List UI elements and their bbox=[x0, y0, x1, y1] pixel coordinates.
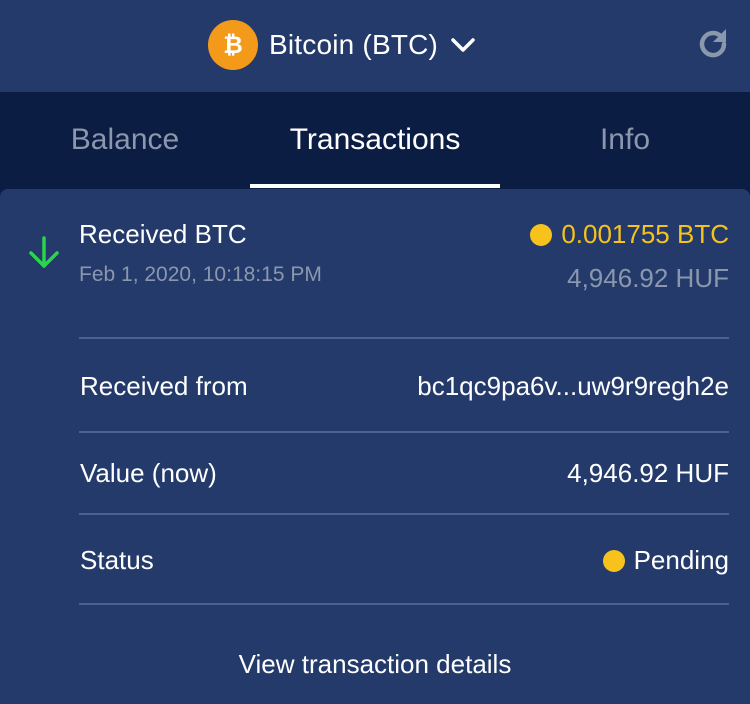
status-value: Pending bbox=[602, 545, 729, 576]
header: ₿ Bitcoin (BTC) bbox=[0, 0, 750, 92]
pending-dot-icon bbox=[530, 223, 553, 246]
coin-name: Bitcoin (BTC) bbox=[269, 29, 439, 60]
transaction-title: Received BTC bbox=[79, 219, 247, 249]
divider bbox=[79, 337, 729, 339]
active-tab-indicator bbox=[250, 184, 500, 188]
view-transaction-details-button[interactable]: View transaction details bbox=[0, 649, 750, 680]
status-text: Pending bbox=[633, 545, 729, 575]
svg-text:₿: ₿ bbox=[223, 31, 243, 59]
transaction-amount-value: 0.001755 BTC bbox=[561, 219, 729, 249]
divider bbox=[79, 603, 729, 605]
value-now-label: Value (now) bbox=[80, 458, 217, 488]
divider bbox=[79, 513, 729, 515]
received-from-address[interactable]: bc1qc9pa6v...uw9r9regh2e bbox=[417, 371, 729, 402]
transaction-amount: 0.001755 BTC bbox=[530, 219, 729, 250]
tab-info[interactable]: Info bbox=[500, 92, 750, 188]
tab-balance-label: Balance bbox=[70, 123, 180, 156]
tab-transactions[interactable]: Transactions bbox=[250, 92, 500, 188]
transaction-card: Received BTC Feb 1, 2020, 10:18:15 PM 0.… bbox=[0, 189, 750, 704]
transaction-date: Feb 1, 2020, 10:18:15 PM bbox=[79, 263, 322, 286]
tab-bar: Balance Transactions Info bbox=[0, 92, 750, 188]
refresh-icon[interactable] bbox=[693, 24, 733, 64]
coin-selector[interactable]: ₿ Bitcoin (BTC) bbox=[208, 20, 476, 70]
tab-info-label: Info bbox=[599, 123, 651, 156]
pending-dot-icon bbox=[602, 549, 625, 572]
tab-transactions-label: Transactions bbox=[289, 123, 461, 156]
status-label: Status bbox=[80, 545, 154, 575]
divider bbox=[79, 431, 729, 433]
tab-balance[interactable]: Balance bbox=[0, 92, 250, 188]
chevron-down-icon[interactable] bbox=[450, 36, 476, 54]
value-now-value: 4,946.92 HUF bbox=[567, 458, 729, 488]
received-from-label: Received from bbox=[80, 371, 248, 401]
bitcoin-logo-icon: ₿ bbox=[208, 20, 258, 70]
arrow-down-icon bbox=[29, 236, 59, 268]
transaction-fiat-value: 4,946.92 HUF bbox=[567, 263, 729, 293]
